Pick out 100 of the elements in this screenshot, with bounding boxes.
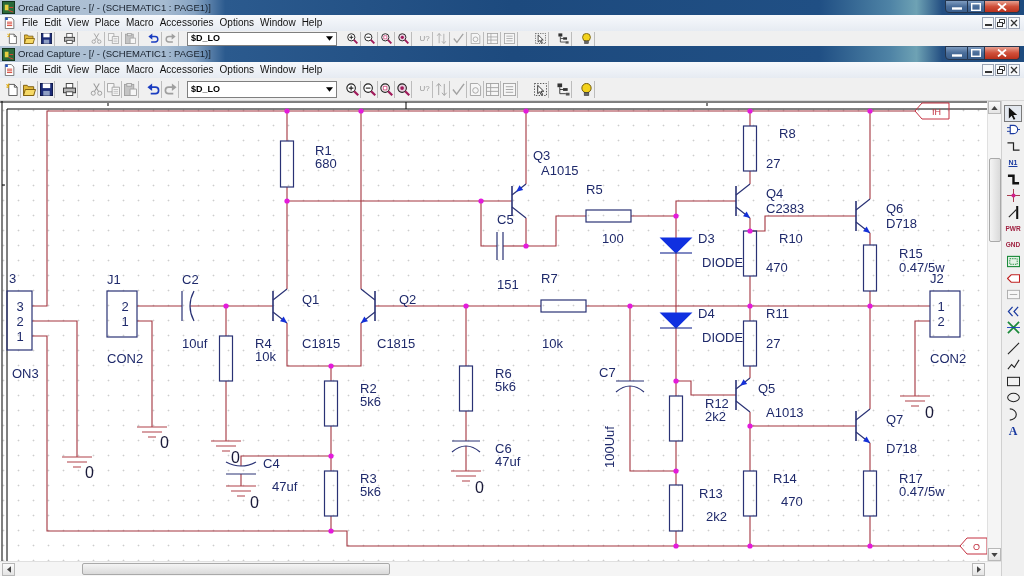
part-reference: R8 — [779, 126, 796, 141]
scroll-up-button[interactable] — [988, 101, 1001, 114]
menu-item[interactable]: File — [22, 65, 39, 75]
help-button[interactable] — [579, 80, 595, 98]
save-button[interactable] — [39, 80, 55, 98]
part-value: 5k6 — [360, 394, 381, 409]
close-button[interactable] — [1008, 17, 1020, 29]
menu-item[interactable]: Place — [94, 18, 120, 28]
zoom-out-icon — [364, 33, 375, 44]
menu-item[interactable]: Window — [260, 65, 296, 75]
new-button[interactable] — [5, 31, 21, 46]
scrollbar-thumb[interactable] — [82, 563, 390, 575]
menu-item[interactable]: File — [22, 18, 39, 28]
help-button[interactable] — [579, 31, 595, 46]
wire-icon — [1006, 139, 1020, 153]
print-button[interactable] — [62, 31, 78, 46]
part-combo[interactable]: $D_LO — [187, 80, 337, 98]
project-manager-button[interactable] — [556, 31, 572, 46]
part-reference: R15 — [899, 246, 923, 261]
scrollbar-thumb[interactable] — [988, 158, 1001, 242]
menu-item[interactable]: Accessories — [159, 18, 214, 28]
menu-item[interactable]: Options — [219, 65, 255, 75]
menu-item[interactable]: Place — [94, 65, 120, 75]
scroll-down-button[interactable] — [988, 548, 1001, 561]
area-select-button[interactable] — [533, 31, 549, 46]
undo-arrow-icon — [147, 82, 160, 96]
zoom-area-button[interactable] — [379, 31, 395, 46]
copy-icon — [107, 82, 120, 96]
part-value: DIODE — [702, 255, 744, 270]
undo-button[interactable] — [146, 31, 162, 46]
part-combo[interactable]: $D_LO — [187, 31, 337, 46]
part-value: CON2 — [107, 351, 144, 366]
redo-arrow-icon — [165, 33, 176, 44]
undo-button[interactable] — [146, 80, 162, 98]
part-value: 10uf — [182, 336, 208, 351]
part-reference: R17 — [899, 471, 923, 486]
minimize-button[interactable] — [945, 0, 968, 13]
restore-button[interactable] — [995, 17, 1007, 29]
maximize-button[interactable] — [968, 46, 985, 60]
junction-tool[interactable] — [1004, 187, 1022, 204]
zoom-in-button[interactable] — [345, 31, 361, 46]
project-manager-button[interactable] — [556, 80, 572, 98]
zoom-out-button[interactable] — [362, 80, 378, 98]
menu-item[interactable]: Options — [219, 18, 255, 28]
zoom-area-button[interactable] — [379, 80, 395, 98]
ground-symbol — [450, 470, 482, 482]
minimize-button[interactable] — [982, 17, 994, 29]
magnifier-icon — [381, 33, 392, 44]
select-tool[interactable] — [1004, 105, 1022, 122]
zoom-out-button[interactable] — [362, 31, 378, 46]
pin-number: 1 — [937, 299, 945, 314]
new-page-icon — [6, 82, 19, 96]
maximize-button[interactable] — [968, 0, 985, 13]
junction-dot — [627, 303, 633, 309]
resistor-symbol — [323, 470, 339, 517]
tree-icon — [557, 82, 570, 96]
line-icon — [1006, 341, 1020, 355]
menu-item[interactable]: Window — [260, 18, 296, 28]
triangle-down-icon — [991, 552, 998, 557]
menu-item[interactable]: Help — [301, 65, 323, 75]
menu-item[interactable]: Macro — [125, 65, 154, 75]
new-button[interactable] — [5, 80, 21, 98]
menu-item[interactable]: View — [67, 18, 89, 28]
restore-button[interactable] — [995, 64, 1007, 76]
menu-item[interactable]: Edit — [44, 18, 62, 28]
menu-item[interactable]: Accessories — [159, 65, 214, 75]
menu-item[interactable]: Help — [301, 18, 323, 28]
close-button[interactable] — [1008, 64, 1020, 76]
zoom-in-button[interactable] — [345, 80, 361, 98]
part-value: 10k — [542, 336, 563, 351]
transistor-symbol — [735, 377, 751, 413]
check-mark-icon — [453, 33, 464, 44]
open-button[interactable] — [22, 80, 38, 98]
close-button[interactable] — [985, 0, 1020, 13]
no-connect-tool[interactable] — [1004, 319, 1022, 336]
tree-icon — [558, 33, 569, 44]
minimize-button[interactable] — [945, 46, 968, 60]
zoom-in-icon — [346, 82, 359, 96]
menu-item[interactable]: Macro — [125, 18, 154, 28]
scroll-right-button[interactable] — [972, 562, 985, 576]
ground-label: 0 — [475, 479, 484, 496]
document-icon — [470, 33, 481, 44]
document-icon — [4, 64, 16, 76]
zoom-all-button[interactable] — [396, 31, 412, 46]
menu-item[interactable]: View — [67, 65, 89, 75]
scroll-left-button[interactable] — [2, 562, 15, 576]
area-select-button[interactable] — [533, 80, 549, 98]
minimize-button[interactable] — [982, 64, 994, 76]
open-button[interactable] — [22, 31, 38, 46]
hierarchical-block-tool[interactable] — [1004, 253, 1022, 270]
zoom-all-button[interactable] — [396, 80, 412, 98]
print-button[interactable] — [62, 80, 78, 98]
text-tool[interactable]: A — [1004, 422, 1022, 439]
part-value: D718 — [886, 216, 918, 231]
menu-item[interactable]: Edit — [44, 65, 62, 75]
junction-dot — [673, 378, 679, 384]
table-icon — [486, 82, 499, 96]
close-button[interactable] — [985, 46, 1020, 60]
save-button[interactable] — [39, 31, 55, 46]
transistor-symbol — [360, 288, 376, 324]
